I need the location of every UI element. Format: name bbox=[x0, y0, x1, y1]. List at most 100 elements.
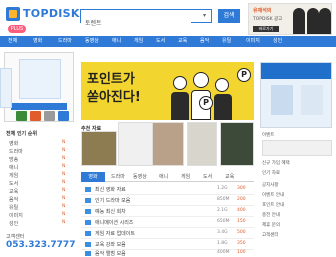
row-title[interactable]: 교육 강좌 모음 bbox=[95, 241, 126, 248]
content-tab[interactable]: 애니 bbox=[159, 172, 168, 182]
plus-badge: PLUS bbox=[8, 25, 26, 33]
category-item[interactable]: 도서 bbox=[9, 180, 18, 187]
content-tab[interactable]: 도서 bbox=[203, 172, 212, 182]
top-banner-title: 유재석의 bbox=[253, 8, 272, 14]
quick-icon[interactable] bbox=[16, 111, 27, 121]
row-title[interactable]: 예능 최신 회차 bbox=[95, 208, 126, 215]
table-row[interactable]: 예능 최신 회차 2.1G 400 bbox=[81, 206, 254, 217]
content-thumbnail[interactable] bbox=[220, 122, 254, 166]
category-item[interactable]: 이미지 bbox=[9, 212, 23, 219]
cartoon-character bbox=[173, 76, 187, 90]
content-tab-active[interactable]: 영화 bbox=[81, 172, 105, 182]
quick-icon[interactable] bbox=[58, 111, 69, 121]
cartoon-character-body bbox=[214, 94, 232, 120]
category-item[interactable]: 교육 bbox=[9, 188, 18, 195]
nav-item[interactable]: 드라마 bbox=[58, 36, 72, 47]
row-title[interactable]: 최신 영화 자료 bbox=[95, 186, 126, 193]
right-thumbnail[interactable] bbox=[262, 140, 332, 156]
row-price: 100 bbox=[237, 250, 246, 255]
row-title[interactable]: 인기 드라마 모음 bbox=[95, 197, 130, 204]
chevron-down-icon[interactable]: ▾ bbox=[203, 12, 206, 19]
login-button[interactable] bbox=[11, 103, 67, 110]
row-price: 350 bbox=[237, 241, 246, 246]
logo-text[interactable]: TOPDISK bbox=[23, 7, 80, 20]
quick-icon[interactable] bbox=[44, 111, 55, 121]
nav-item[interactable]: 게임 bbox=[134, 36, 143, 47]
nav-item[interactable]: 성인 bbox=[273, 36, 282, 47]
category-new-badge: N bbox=[62, 196, 66, 201]
row-title[interactable]: 애니메이션 시리즈 bbox=[95, 219, 133, 226]
right-list-item[interactable]: 고객센터 bbox=[262, 232, 279, 238]
content-tab[interactable]: 교육 bbox=[225, 172, 234, 182]
right-list-item[interactable]: 충전 안내 bbox=[262, 212, 280, 218]
nav-item[interactable]: 교육 bbox=[178, 36, 187, 47]
nav-item[interactable]: 이미지 bbox=[246, 36, 260, 47]
category-new-badge: N bbox=[62, 188, 66, 193]
category-item[interactable]: 애니 bbox=[9, 164, 18, 171]
nav-item[interactable]: 음악 bbox=[200, 36, 209, 47]
category-item[interactable]: 성인 bbox=[9, 220, 18, 227]
right-caption[interactable]: 이벤트 bbox=[262, 132, 274, 138]
row-size: 2.1G bbox=[217, 208, 228, 213]
row-title[interactable]: 게임 자료 업데이트 bbox=[95, 230, 135, 237]
search-button[interactable]: 검색 bbox=[218, 9, 240, 23]
person-image bbox=[293, 8, 305, 34]
category-new-badge: N bbox=[62, 148, 66, 153]
nav-item[interactable]: 영화 bbox=[33, 36, 42, 47]
right-banner-header bbox=[261, 63, 331, 79]
file-icon bbox=[85, 209, 91, 214]
row-size: 650M bbox=[217, 219, 230, 224]
content-thumbnail[interactable] bbox=[187, 122, 217, 166]
point-coin-icon: P bbox=[237, 68, 251, 82]
right-caption[interactable]: 인기 자료 bbox=[262, 170, 280, 176]
content-tab[interactable]: 드라마 bbox=[111, 172, 125, 182]
table-row[interactable]: 인기 드라마 모음 850M 200 bbox=[81, 195, 254, 206]
category-new-badge: N bbox=[62, 140, 66, 145]
category-item[interactable]: 유틸 bbox=[9, 204, 18, 211]
top-ad-banner[interactable]: 유재석의 TOPDISK 광고 바로가기 bbox=[248, 3, 332, 35]
right-list-item[interactable]: 포인트 안내 bbox=[262, 202, 284, 208]
category-item[interactable]: 방송 bbox=[9, 156, 18, 163]
banner-headline-line1: 포인트가 bbox=[87, 72, 135, 87]
right-caption[interactable]: 신규 가입 혜택 bbox=[262, 160, 290, 166]
table-row[interactable]: 게임 자료 업데이트 3.4G 500 bbox=[81, 228, 254, 239]
category-item[interactable]: 드라마 bbox=[9, 148, 23, 155]
row-title[interactable]: 음악 앨범 모음 bbox=[95, 250, 126, 257]
nav-item[interactable]: 동영상 bbox=[85, 36, 99, 47]
right-list-item[interactable]: 이벤트 안내 bbox=[262, 192, 284, 198]
table-row[interactable]: 음악 앨범 모음 400M 100 bbox=[81, 250, 254, 257]
row-size: 850M bbox=[217, 197, 230, 202]
content-thumbnail[interactable] bbox=[81, 131, 117, 166]
nav-item[interactable]: 애니 bbox=[112, 36, 121, 47]
nav-item[interactable]: 도서 bbox=[156, 36, 165, 47]
category-item[interactable]: 게임 bbox=[9, 172, 18, 179]
main-event-banner[interactable]: 포인트가 쏟아진다! P P bbox=[81, 62, 254, 120]
content-tab[interactable]: 동영상 bbox=[133, 172, 147, 182]
nav-item[interactable]: 유틸 bbox=[222, 36, 231, 47]
content-thumbnail[interactable] bbox=[152, 122, 184, 166]
content-tab[interactable]: 게임 bbox=[181, 172, 190, 182]
app-promo-image[interactable] bbox=[19, 59, 61, 99]
category-item[interactable]: 영화 bbox=[9, 140, 18, 147]
right-list-item[interactable]: 공지사항 bbox=[262, 182, 279, 188]
right-list-item[interactable]: 제휴 문의 bbox=[262, 222, 280, 228]
cartoon-character-body bbox=[171, 92, 189, 120]
nav-item[interactable]: 전체 bbox=[8, 36, 17, 47]
top-banner-cta[interactable]: 바로가기 bbox=[253, 26, 279, 32]
search-input[interactable] bbox=[81, 16, 191, 29]
category-item[interactable]: 음악 bbox=[9, 196, 18, 203]
quick-icon[interactable] bbox=[30, 111, 41, 121]
table-row[interactable]: 최신 영화 자료 1.2G 300 bbox=[81, 184, 254, 195]
category-new-badge: N bbox=[62, 212, 66, 217]
side-promo[interactable] bbox=[0, 68, 12, 108]
table-row[interactable]: 교육 강좌 모음 1.8G 350 bbox=[81, 239, 254, 250]
right-banner-image bbox=[271, 85, 293, 115]
right-ad-banner[interactable] bbox=[260, 62, 332, 128]
category-new-badge: N bbox=[62, 180, 66, 185]
content-thumbnail[interactable] bbox=[118, 122, 154, 166]
file-icon bbox=[85, 242, 91, 247]
row-price: 200 bbox=[237, 197, 246, 202]
table-row[interactable]: 애니메이션 시리즈 650M 150 bbox=[81, 217, 254, 228]
person-image bbox=[319, 8, 331, 34]
logo-icon[interactable] bbox=[6, 7, 20, 21]
